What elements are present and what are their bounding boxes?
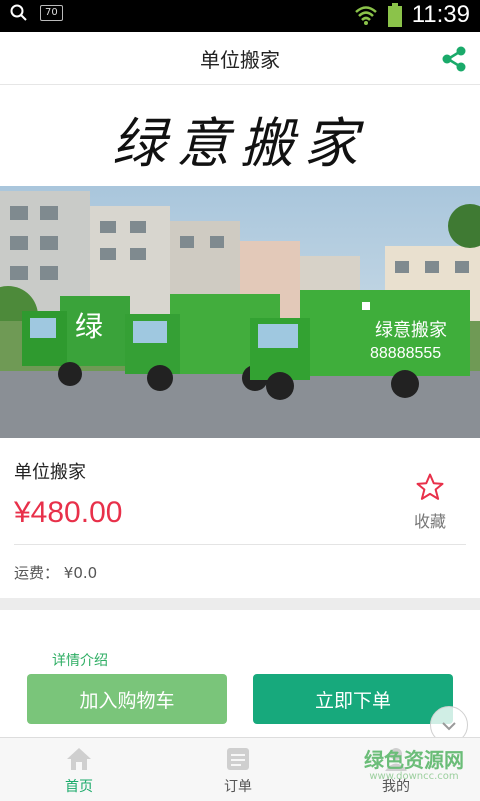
shipping-label: 运费： — [14, 564, 60, 582]
trucks-illustration: 绿意搬家 88888555 绿 — [0, 186, 480, 438]
buy-now-button[interactable]: 立即下单 — [253, 674, 453, 724]
details-title: 详情介绍 — [52, 653, 108, 669]
watermark-main: 绿色资源网 — [364, 748, 464, 772]
tab-home[interactable]: 首页 — [34, 746, 124, 796]
brand-banner: 绿意搬家 — [0, 85, 480, 185]
home-icon — [67, 748, 91, 770]
star-icon — [416, 473, 444, 500]
shipping-info: 运费： ¥0.0 — [14, 562, 97, 583]
shipping-value: ¥0.0 — [63, 564, 98, 582]
site-watermark: 绿色资源网 www.downcc.com — [364, 744, 464, 782]
tab-orders-label: 订单 — [224, 779, 252, 795]
product-name: 单位搬家 — [14, 462, 86, 483]
battery-icon — [387, 3, 402, 27]
truck-brand-text: 绿意搬家 — [375, 320, 447, 341]
product-info: 单位搬家 ¥480.00 收藏 运费： ¥0.0 — [0, 438, 480, 598]
favorite-button[interactable]: 收藏 — [410, 472, 450, 532]
page-title: 单位搬家 — [200, 48, 280, 72]
status-bar: 70 11:39 — [0, 0, 480, 32]
product-photo: 绿意搬家 88888555 绿 — [0, 186, 480, 438]
watermark-sub: www.downcc.com — [369, 771, 459, 782]
product-price: ¥480.00 — [14, 496, 123, 529]
brand-calligraphy: 绿意搬家 — [112, 112, 368, 175]
section-gap — [0, 598, 480, 610]
favorite-label: 收藏 — [413, 512, 446, 531]
search-icon — [10, 4, 27, 21]
clock: 11:39 — [411, 1, 470, 28]
title-bar: 单位搬家 — [0, 32, 480, 85]
wifi-icon — [354, 6, 377, 25]
truck-phone-text: 88888555 — [370, 345, 441, 362]
truck-logo-text: 绿 — [75, 310, 103, 343]
divider — [14, 544, 466, 545]
tab-home-label: 首页 — [65, 779, 93, 795]
notification-badge: 70 — [40, 5, 63, 21]
share-icon[interactable] — [440, 45, 468, 73]
add-to-cart-button[interactable]: 加入购物车 — [27, 674, 227, 724]
orders-icon — [227, 748, 249, 770]
tab-orders[interactable]: 订单 — [193, 746, 283, 796]
